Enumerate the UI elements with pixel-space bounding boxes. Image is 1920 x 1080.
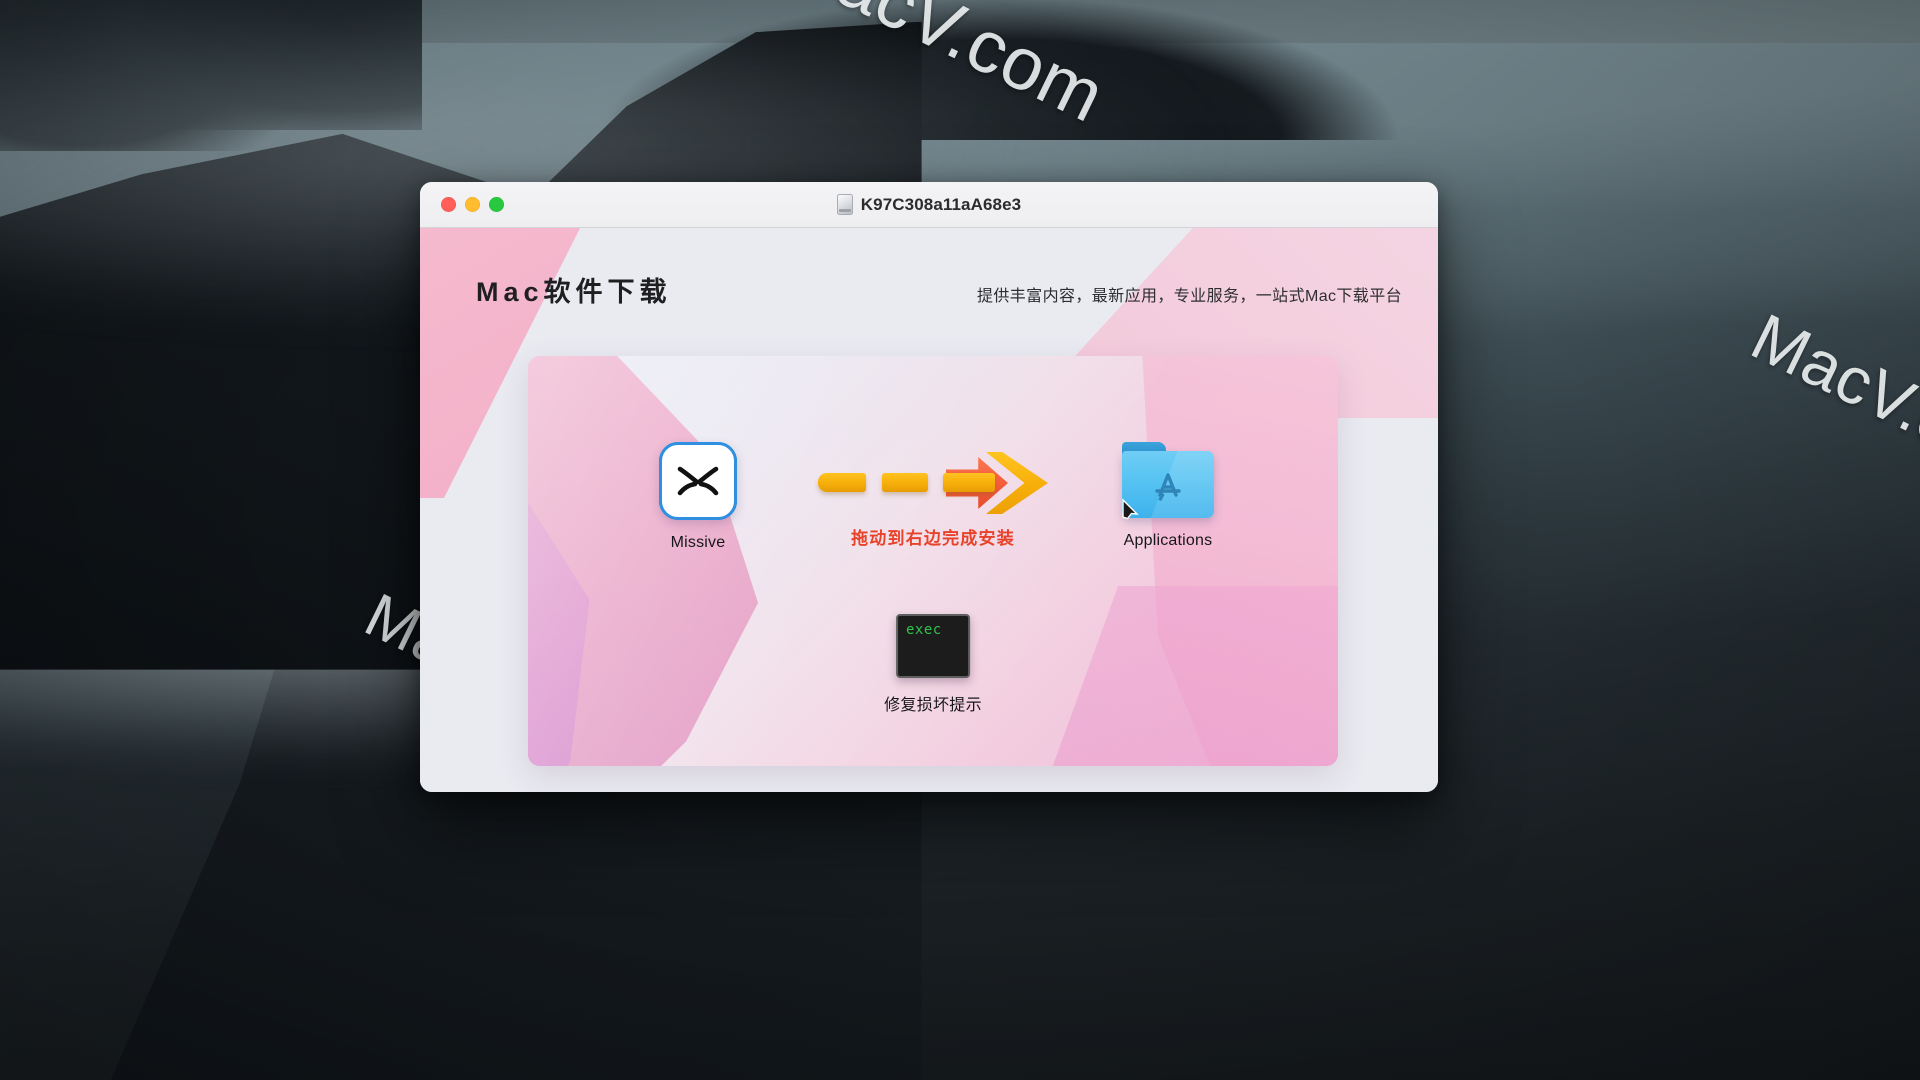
missive-app-icon[interactable] xyxy=(659,442,737,520)
exec-script-icon[interactable]: exec xyxy=(896,614,970,678)
disk-drive-icon xyxy=(836,194,853,215)
zoom-button[interactable] xyxy=(489,197,504,212)
dmg-header: Mac软件下载 提供丰富内容，最新应用，专业服务，一站式Mac下载平台 xyxy=(420,228,1438,309)
arrow-dash-1 xyxy=(818,473,866,492)
repair-script-label: 修复损坏提示 xyxy=(884,697,982,714)
arrow-dash-3 xyxy=(943,473,995,492)
window-body: Mac软件下载 提供丰富内容，最新应用，专业服务，一站式Mac下载平台 Miss… xyxy=(420,228,1438,792)
desktop-background: MacV.com MacV.co MacV.com K97C308a11aA68… xyxy=(0,0,1920,1080)
drag-arrow-cell: 拖动到右边完成安装 xyxy=(788,442,1078,549)
exec-terminal-text: exec xyxy=(906,622,942,638)
applications-folder-cell[interactable]: Applications xyxy=(1078,442,1258,550)
applications-folder-icon[interactable] xyxy=(1122,442,1214,520)
window-title: K97C308a11aA68e3 xyxy=(860,194,1022,214)
installer-panel: Missive 拖动到右边完成安装 Applications exec 修复损坏… xyxy=(528,356,1338,766)
app-icon-label: Missive xyxy=(670,534,726,551)
drag-arrow-graphic xyxy=(818,452,1048,514)
brand-tagline: 提供丰富内容，最新应用，专业服务，一站式Mac下载平台 xyxy=(976,288,1402,305)
install-icon-row: Missive 拖动到右边完成安装 Applications xyxy=(528,442,1338,552)
applications-folder-label: Applications xyxy=(1123,532,1213,549)
dmg-installer-window: K97C308a11aA68e3 Mac软件下载 提供丰富内容，最新应用，专业服… xyxy=(420,182,1438,792)
traffic-light-group xyxy=(441,197,504,212)
repair-script-cell[interactable]: exec 修复损坏提示 xyxy=(884,614,982,715)
minimize-button[interactable] xyxy=(465,197,480,212)
alias-shortcut-arrow-icon xyxy=(1122,498,1139,520)
window-title-group: K97C308a11aA68e3 xyxy=(420,182,1438,227)
window-titlebar[interactable]: K97C308a11aA68e3 xyxy=(420,182,1438,228)
app-store-a-icon xyxy=(1155,472,1181,501)
app-icon-cell[interactable]: Missive xyxy=(608,442,788,552)
drag-instruction-text: 拖动到右边完成安装 xyxy=(851,529,1015,548)
close-button[interactable] xyxy=(441,197,456,212)
brand-title: Mac软件下载 xyxy=(476,277,672,307)
missive-logo-glyph xyxy=(677,466,719,496)
arrow-dash-2 xyxy=(882,473,928,492)
